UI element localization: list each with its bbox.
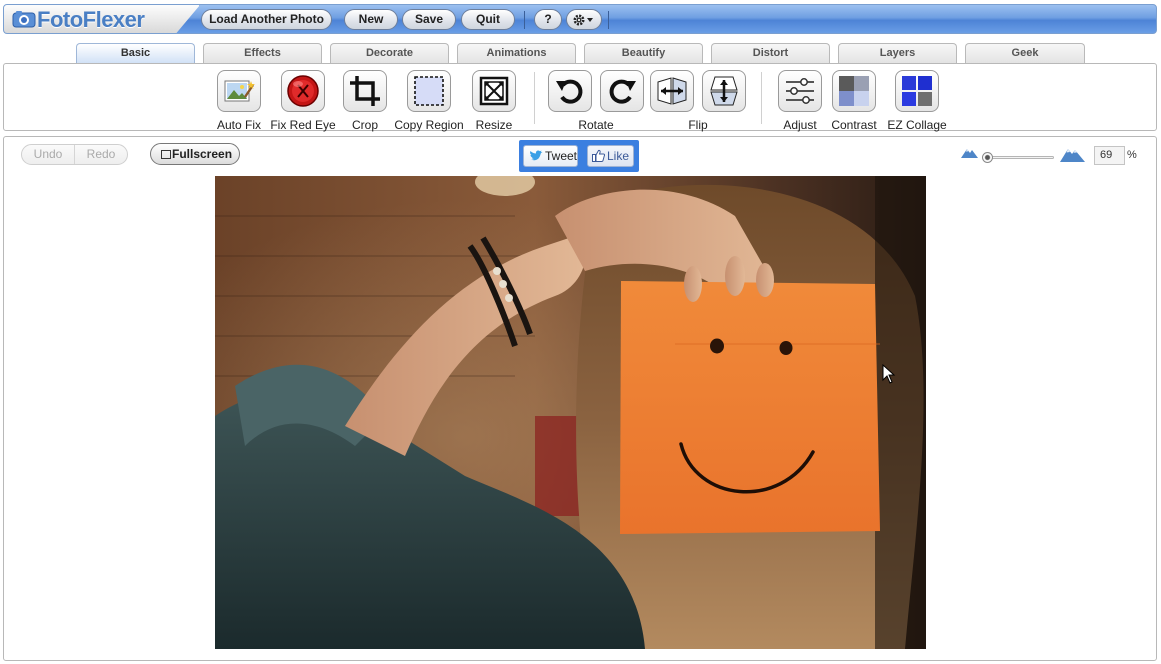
rotate-right-button[interactable] <box>600 70 644 112</box>
red-eye-icon <box>287 75 319 107</box>
ez-collage-tool[interactable]: EZ Collage <box>887 70 947 132</box>
quit-button[interactable]: Quit <box>461 9 515 30</box>
undo-redo-group: Undo Redo <box>21 144 128 165</box>
tab-animations[interactable]: Animations <box>457 43 576 63</box>
rotate-right-icon <box>609 79 636 104</box>
thumbs-up-icon <box>592 149 605 162</box>
rotate-left-icon <box>556 79 583 104</box>
zoom-slider-track[interactable] <box>984 156 1054 159</box>
ez-collage-label: EZ Collage <box>887 118 947 132</box>
tab-layers[interactable]: Layers <box>838 43 957 63</box>
twitter-bird-icon <box>530 150 543 161</box>
rotate-label: Rotate <box>578 118 614 132</box>
social-share-bar: Tweet Like <box>519 140 639 172</box>
load-another-photo-button[interactable]: Load Another Photo <box>201 9 332 30</box>
tool-strip: Auto Fix Fix Red Eye Crop Copy Region Re… <box>3 63 1157 132</box>
resize-icon <box>479 76 509 106</box>
zoom-percent-sign: % <box>1127 149 1137 161</box>
contrast-label: Contrast <box>831 118 877 132</box>
contrast-icon <box>839 76 869 106</box>
crop-tool[interactable]: Crop <box>343 70 387 132</box>
settings-button[interactable] <box>566 9 602 30</box>
toolbar-divider <box>524 11 525 29</box>
rotate-left-button[interactable] <box>548 70 592 112</box>
resize-tool[interactable]: Resize <box>472 70 516 132</box>
camera-logo-icon <box>12 11 36 28</box>
gear-icon <box>573 14 593 26</box>
resize-label: Resize <box>475 118 513 132</box>
tab-basic[interactable]: Basic <box>76 43 195 64</box>
flip-horizontal-icon <box>657 77 687 105</box>
contrast-tool[interactable]: Contrast <box>831 70 877 132</box>
app-logo-text: FotoFlexer <box>37 7 145 32</box>
fix-red-eye-label: Fix Red Eye <box>270 118 336 132</box>
fullscreen-button[interactable]: Fullscreen <box>150 143 240 165</box>
save-button[interactable]: Save <box>402 9 456 30</box>
flip-vertical-icon <box>710 76 738 106</box>
undo-button[interactable]: Undo <box>22 145 74 164</box>
zoom-percent-input[interactable]: 69 <box>1094 146 1125 165</box>
fullscreen-label: Fullscreen <box>172 147 233 161</box>
adjust-label: Adjust <box>783 118 817 132</box>
auto-fix-label: Auto Fix <box>216 118 262 132</box>
logo-area: FotoFlexer <box>4 5 200 33</box>
tweet-button[interactable]: Tweet <box>523 145 578 167</box>
tool-group-divider <box>534 72 535 124</box>
photo-image <box>215 176 926 649</box>
tool-group-divider <box>761 72 762 124</box>
mouse-cursor-icon <box>882 364 896 384</box>
auto-fix-icon <box>224 80 255 102</box>
help-button[interactable]: ? <box>534 9 562 30</box>
top-toolbar: FotoFlexer Load Another Photo New Save Q… <box>3 4 1157 34</box>
tweet-label: Tweet <box>545 149 578 163</box>
ez-collage-icon <box>902 76 932 106</box>
tab-decorate[interactable]: Decorate <box>330 43 449 63</box>
flip-horizontal-button[interactable] <box>650 70 694 112</box>
toolbar-divider <box>608 11 609 29</box>
like-label: Like <box>607 149 630 163</box>
copy-region-label: Copy Region <box>394 118 464 132</box>
adjust-sliders-icon <box>786 78 814 104</box>
tab-geek[interactable]: Geek <box>965 43 1085 63</box>
new-button[interactable]: New <box>344 9 398 30</box>
fix-red-eye-tool[interactable]: Fix Red Eye <box>270 70 336 132</box>
copy-region-icon <box>414 76 444 106</box>
tab-effects[interactable]: Effects <box>203 43 322 63</box>
facebook-like-button[interactable]: Like <box>587 145 634 167</box>
flip-label: Flip <box>688 118 708 132</box>
zoom-in-mountain-icon[interactable] <box>1060 145 1085 162</box>
flip-vertical-button[interactable] <box>702 70 746 112</box>
adjust-tool[interactable]: Adjust <box>778 70 822 132</box>
tab-beautify[interactable]: Beautify <box>584 43 703 63</box>
zoom-out-mountain-icon[interactable] <box>961 146 978 158</box>
redo-button[interactable]: Redo <box>74 145 127 164</box>
copy-region-tool[interactable]: Copy Region <box>394 70 464 132</box>
zoom-slider-thumb[interactable] <box>982 152 993 163</box>
fullscreen-icon <box>161 150 171 159</box>
auto-fix-tool[interactable]: Auto Fix <box>217 70 261 132</box>
crop-icon <box>350 76 380 106</box>
crop-label: Crop <box>351 118 379 132</box>
tab-distort[interactable]: Distort <box>711 43 830 63</box>
edited-photo[interactable] <box>215 176 926 649</box>
